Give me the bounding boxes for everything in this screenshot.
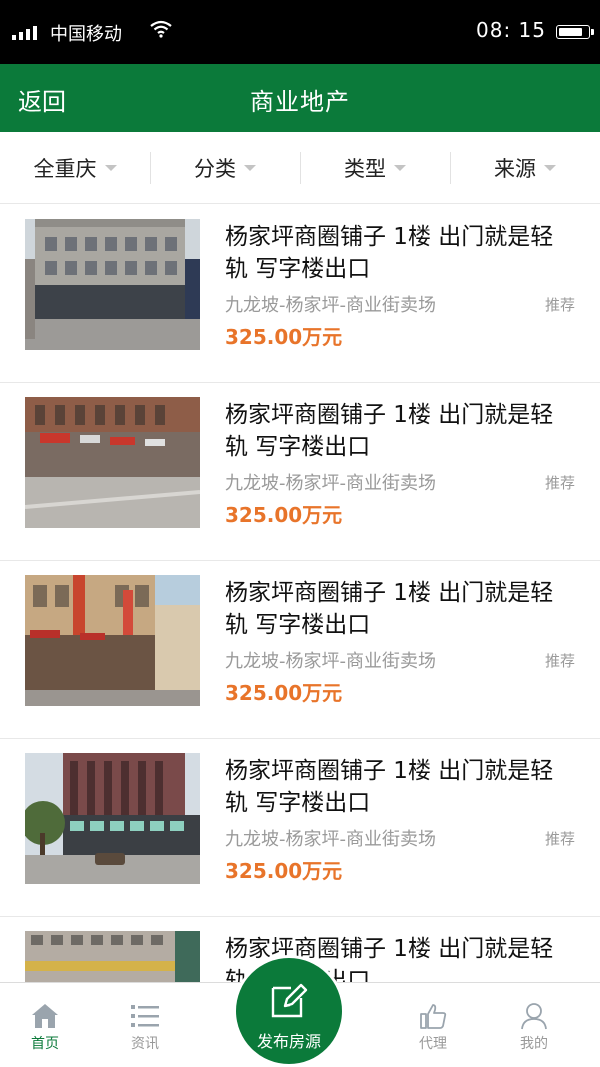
listing-price: 325.00万元 [225,681,343,705]
tab-label: 首页 [31,1036,59,1052]
tab-label: 资讯 [131,1036,159,1052]
caret-down-icon [394,164,406,171]
listing-photo [25,397,200,528]
edit-icon [269,980,309,1020]
caret-down-icon [544,164,556,171]
recommended-badge: 推荐 [544,652,575,670]
listing-title: 杨家坪商圈铺子 1楼 出门就是轻轨 写字楼出口 [225,758,554,816]
listing-list[interactable]: 杨家坪商圈铺子 1楼 出门就是轻轨 写字楼出口 九龙坡-杨家坪-商业街卖场 推荐… [0,205,600,982]
listing-photo [25,931,200,982]
tab-agent[interactable]: 代理 [388,983,478,1067]
filter-label: 分类 [194,156,236,181]
listing-location: 九龙坡-杨家坪-商业街卖场 [225,295,436,316]
recommended-badge: 推荐 [544,296,575,314]
recommended-badge: 推荐 [544,474,575,492]
listing-location: 九龙坡-杨家坪-商业街卖场 [225,473,436,494]
filter-label: 全重庆 [33,156,97,181]
caret-down-icon [244,164,256,171]
listing-item[interactable]: 杨家坪商圈铺子 1楼 出门就是轻轨 写字楼出口 九龙坡-杨家坪-商业街卖场 推荐… [0,739,600,917]
listing-photo [25,575,200,706]
listing-title: 杨家坪商圈铺子 1楼 出门就是轻轨 写字楼出口 [225,580,554,638]
tab-label: 代理 [419,1036,447,1052]
listing-title: 杨家坪商圈铺子 1楼 出门就是轻轨 写字楼出口 [225,402,554,460]
publish-listing-button[interactable]: 发布房源 [236,958,342,1064]
listing-item[interactable]: 杨家坪商圈铺子 1楼 出门就是轻轨 写字楼出口 九龙坡-杨家坪-商业街卖场 推荐… [0,561,600,739]
tab-label: 我的 [520,1036,548,1052]
listing-item[interactable]: 杨家坪商圈铺子 1楼 出门就是轻轨 写字楼出口 九龙坡-杨家坪-商业街卖场 推荐… [0,205,600,383]
listing-location: 九龙坡-杨家坪-商业街卖场 [225,651,436,672]
user-icon [519,1001,549,1031]
listing-price: 325.00万元 [225,503,343,527]
listing-price: 325.00万元 [225,325,343,349]
filter-bar: 全重庆 分类 类型 来源 [0,132,600,204]
filter-label: 来源 [494,156,536,181]
page-title: 商业地产 [250,88,350,116]
caret-down-icon [104,164,117,171]
filter-type[interactable]: 类型 [300,132,450,203]
nav-bar: 返回 商业地产 [0,64,600,132]
listing-item[interactable]: 杨家坪商圈铺子 1楼 出门就是轻轨 写字楼出口 九龙坡-杨家坪-商业街卖场 推荐… [0,383,600,561]
thumbs-up-icon [418,1001,448,1031]
battery-level [559,28,582,36]
listing-title: 杨家坪商圈铺子 1楼 出门就是轻轨 写字楼出口 [225,224,554,282]
list-icon [130,1001,160,1031]
filter-source[interactable]: 来源 [450,132,600,203]
battery-icon [556,25,594,39]
carrier-name: 中国移动 [50,24,122,45]
tab-mine[interactable]: 我的 [489,983,579,1067]
tab-news[interactable]: 资讯 [100,983,190,1067]
listing-location: 九龙坡-杨家坪-商业街卖场 [225,829,436,850]
home-icon [30,1001,60,1031]
listing-price: 325.00万元 [225,859,343,883]
filter-label: 类型 [344,156,386,181]
filter-region[interactable]: 全重庆 [0,132,150,203]
signal-icon [12,24,37,40]
clock: 08: 15 [476,18,546,42]
wifi-icon [150,20,172,42]
listing-photo [25,219,200,350]
tab-home[interactable]: 首页 [0,983,90,1067]
listing-photo [25,753,200,884]
status-bar: 中国移动 08: 15 [0,0,600,64]
filter-category[interactable]: 分类 [150,132,300,203]
publish-label: 发布房源 [256,1032,321,1051]
recommended-badge: 推荐 [544,830,575,848]
